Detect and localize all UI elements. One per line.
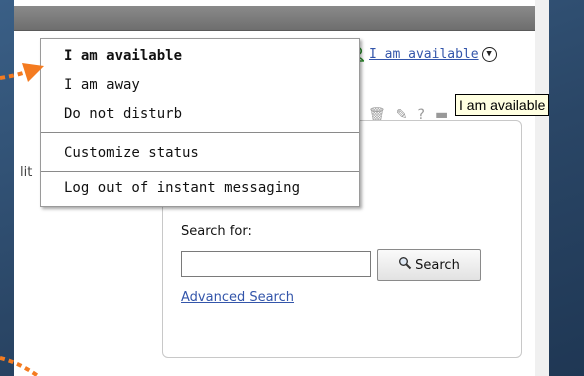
orange-arrow-icon [0, 63, 44, 376]
